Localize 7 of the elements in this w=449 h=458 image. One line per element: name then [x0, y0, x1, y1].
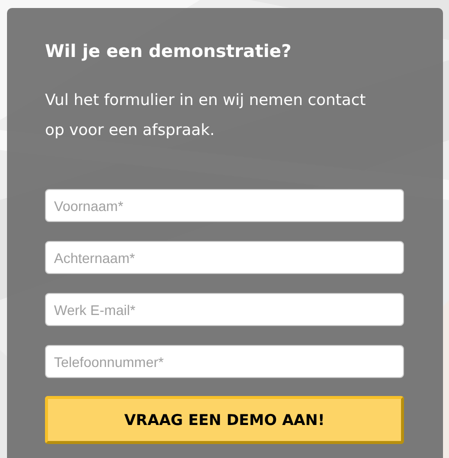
- input-field[interactable]: Werk E-mail*: [45, 293, 404, 326]
- input-field[interactable]: Achternaam*: [45, 241, 404, 274]
- intro-text: Vul het formulier in en wij nemen contact op voor een afspraak.: [45, 90, 367, 141]
- submit-button[interactable]: VRAAG EEN DEMO AAN!: [45, 396, 404, 444]
- input-field[interactable]: Telefoonnummer*: [45, 345, 404, 378]
- input-field[interactable]: Voornaam*: [45, 189, 404, 222]
- form-title: Wil je een demonstratie?: [45, 41, 292, 64]
